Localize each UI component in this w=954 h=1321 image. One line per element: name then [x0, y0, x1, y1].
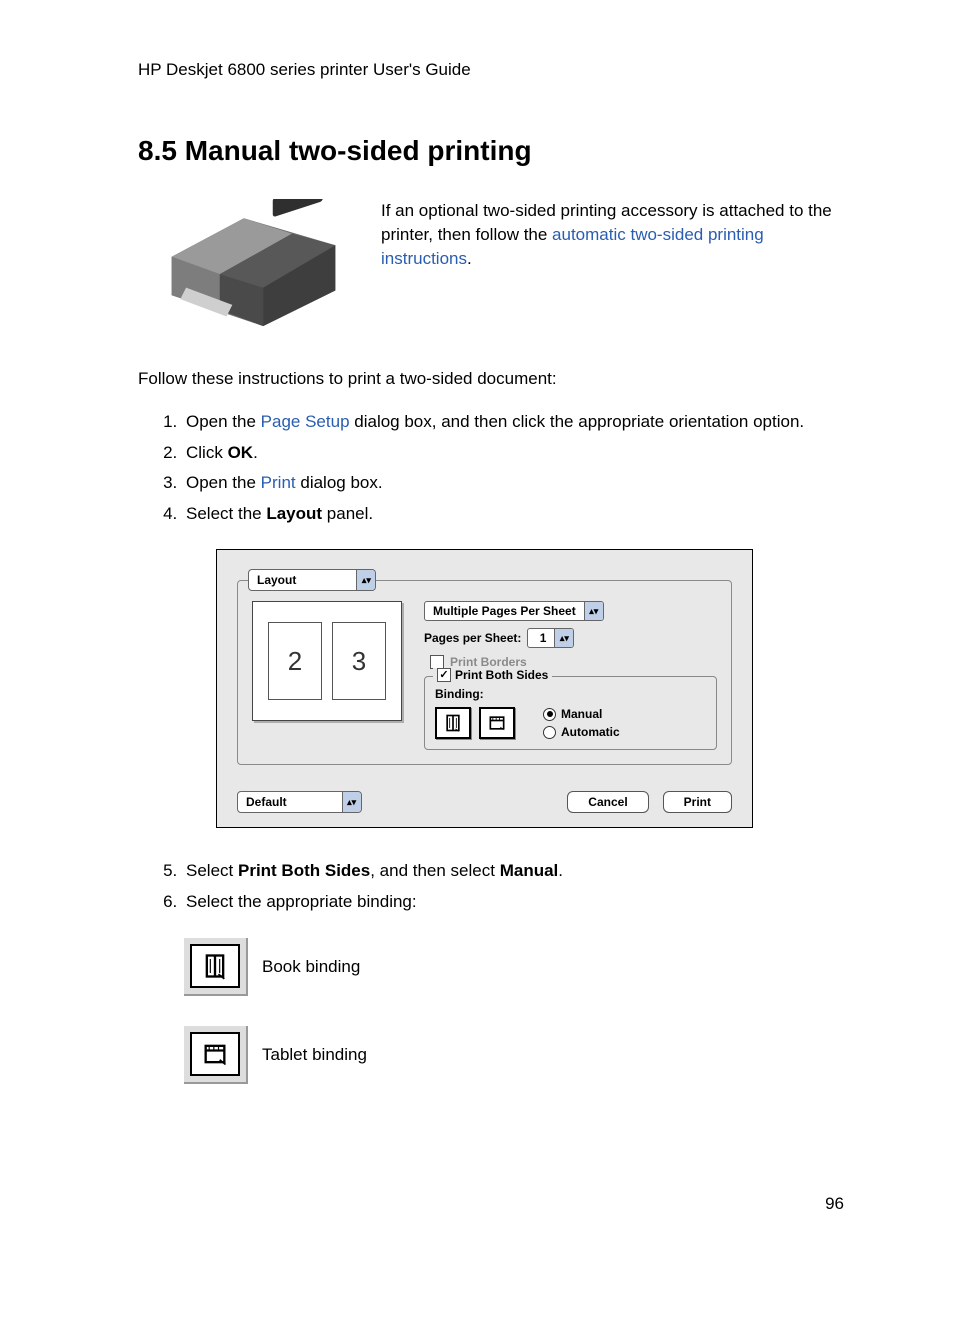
step-3: Open the Print dialog box. [182, 468, 844, 499]
step4-b: panel. [322, 504, 373, 523]
step3-b: dialog box. [296, 473, 383, 492]
layout-group: Layout ▴▾ 2 3 Multiple Pages Per Sheet ▴… [237, 580, 732, 765]
print-both-sides-group: ✓ Print Both Sides Binding: [424, 676, 717, 750]
manual-radio-label: Manual [561, 707, 602, 721]
tablet-binding-label: Tablet binding [262, 1045, 367, 1065]
step-5: Select Print Both Sides, and then select… [182, 856, 844, 887]
book-binding-icon-button[interactable] [435, 707, 471, 739]
multiple-pages-value: Multiple Pages Per Sheet [425, 603, 584, 619]
layout-preview: 2 3 [252, 601, 402, 721]
step1-a: Open the [186, 412, 261, 431]
layout-dialog-figure: Layout ▴▾ 2 3 Multiple Pages Per Sheet ▴… [216, 549, 753, 828]
page-setup-link[interactable]: Page Setup [261, 412, 350, 431]
manual-radio[interactable] [543, 708, 556, 721]
chevron-updown-icon: ▴▾ [584, 602, 603, 620]
step2-a: Click [186, 443, 228, 462]
document-header: HP Deskjet 6800 series printer User's Gu… [138, 60, 844, 80]
automatic-radio-row[interactable]: Automatic [543, 725, 620, 739]
panel-selector-value: Layout [249, 571, 356, 589]
ok-bold: OK [228, 443, 254, 462]
section-heading: 8.5 Manual two-sided printing [138, 135, 844, 167]
step-1: Open the Page Setup dialog box, and then… [182, 407, 844, 438]
step-4: Select the Layout panel. [182, 499, 844, 530]
print-borders-label: Print Borders [450, 655, 527, 669]
step2-b: . [253, 443, 258, 462]
default-dropdown[interactable]: Default ▴▾ [237, 791, 362, 813]
print-borders-checkbox[interactable] [430, 655, 444, 669]
printer-illustration [156, 199, 351, 329]
settings-column: Multiple Pages Per Sheet ▴▾ Pages per Sh… [424, 601, 717, 750]
step4-a: Select the [186, 504, 266, 523]
book-binding-row: Book binding [184, 938, 844, 996]
preview-page-right: 3 [332, 622, 386, 700]
pages-per-sheet-value: 1 [528, 630, 554, 646]
layout-bold: Layout [266, 504, 322, 523]
intro-paragraph: If an optional two-sided printing access… [381, 199, 844, 270]
binding-label: Binding: [435, 687, 706, 701]
multiple-pages-dropdown[interactable]: Multiple Pages Per Sheet ▴▾ [424, 601, 604, 621]
automatic-radio[interactable] [543, 726, 556, 739]
cancel-button[interactable]: Cancel [567, 791, 648, 813]
chevron-updown-icon: ▴▾ [342, 792, 361, 812]
pages-per-sheet-label: Pages per Sheet: [424, 631, 521, 645]
pages-per-sheet-dropdown[interactable]: 1 ▴▾ [527, 628, 574, 648]
intro-text-b: . [467, 249, 472, 268]
step1-b: dialog box, and then click the appropria… [350, 412, 805, 431]
chevron-updown-icon: ▴▾ [554, 629, 573, 647]
follow-instructions-text: Follow these instructions to print a two… [138, 369, 844, 389]
manual-radio-row[interactable]: Manual [543, 707, 620, 721]
manual-bold: Manual [500, 861, 559, 880]
pbs-bold: Print Both Sides [238, 861, 370, 880]
step5-a: Select [186, 861, 238, 880]
steps-list-continued: Select Print Both Sides, and then select… [138, 856, 844, 917]
preview-page-left: 2 [268, 622, 322, 700]
step-6: Select the appropriate binding: [182, 887, 844, 918]
print-both-sides-checkbox[interactable]: ✓ [437, 668, 451, 682]
print-button[interactable]: Print [663, 791, 732, 813]
default-dropdown-value: Default [238, 793, 342, 811]
tablet-binding-row: Tablet binding [184, 1026, 844, 1084]
page-number: 96 [138, 1194, 844, 1214]
print-both-sides-label: Print Both Sides [455, 668, 548, 682]
steps-list: Open the Page Setup dialog box, and then… [138, 407, 844, 529]
book-binding-label: Book binding [262, 957, 360, 977]
book-binding-icon [184, 938, 248, 996]
panel-selector-dropdown[interactable]: Layout ▴▾ [248, 569, 376, 591]
step5-mid: , and then select [370, 861, 499, 880]
chevron-updown-icon: ▴▾ [356, 570, 375, 590]
step-2: Click OK. [182, 438, 844, 469]
step3-a: Open the [186, 473, 261, 492]
tablet-binding-icon-button[interactable] [479, 707, 515, 739]
tablet-binding-icon [184, 1026, 248, 1084]
print-link[interactable]: Print [261, 473, 296, 492]
automatic-radio-label: Automatic [561, 725, 620, 739]
step5-b: . [558, 861, 563, 880]
